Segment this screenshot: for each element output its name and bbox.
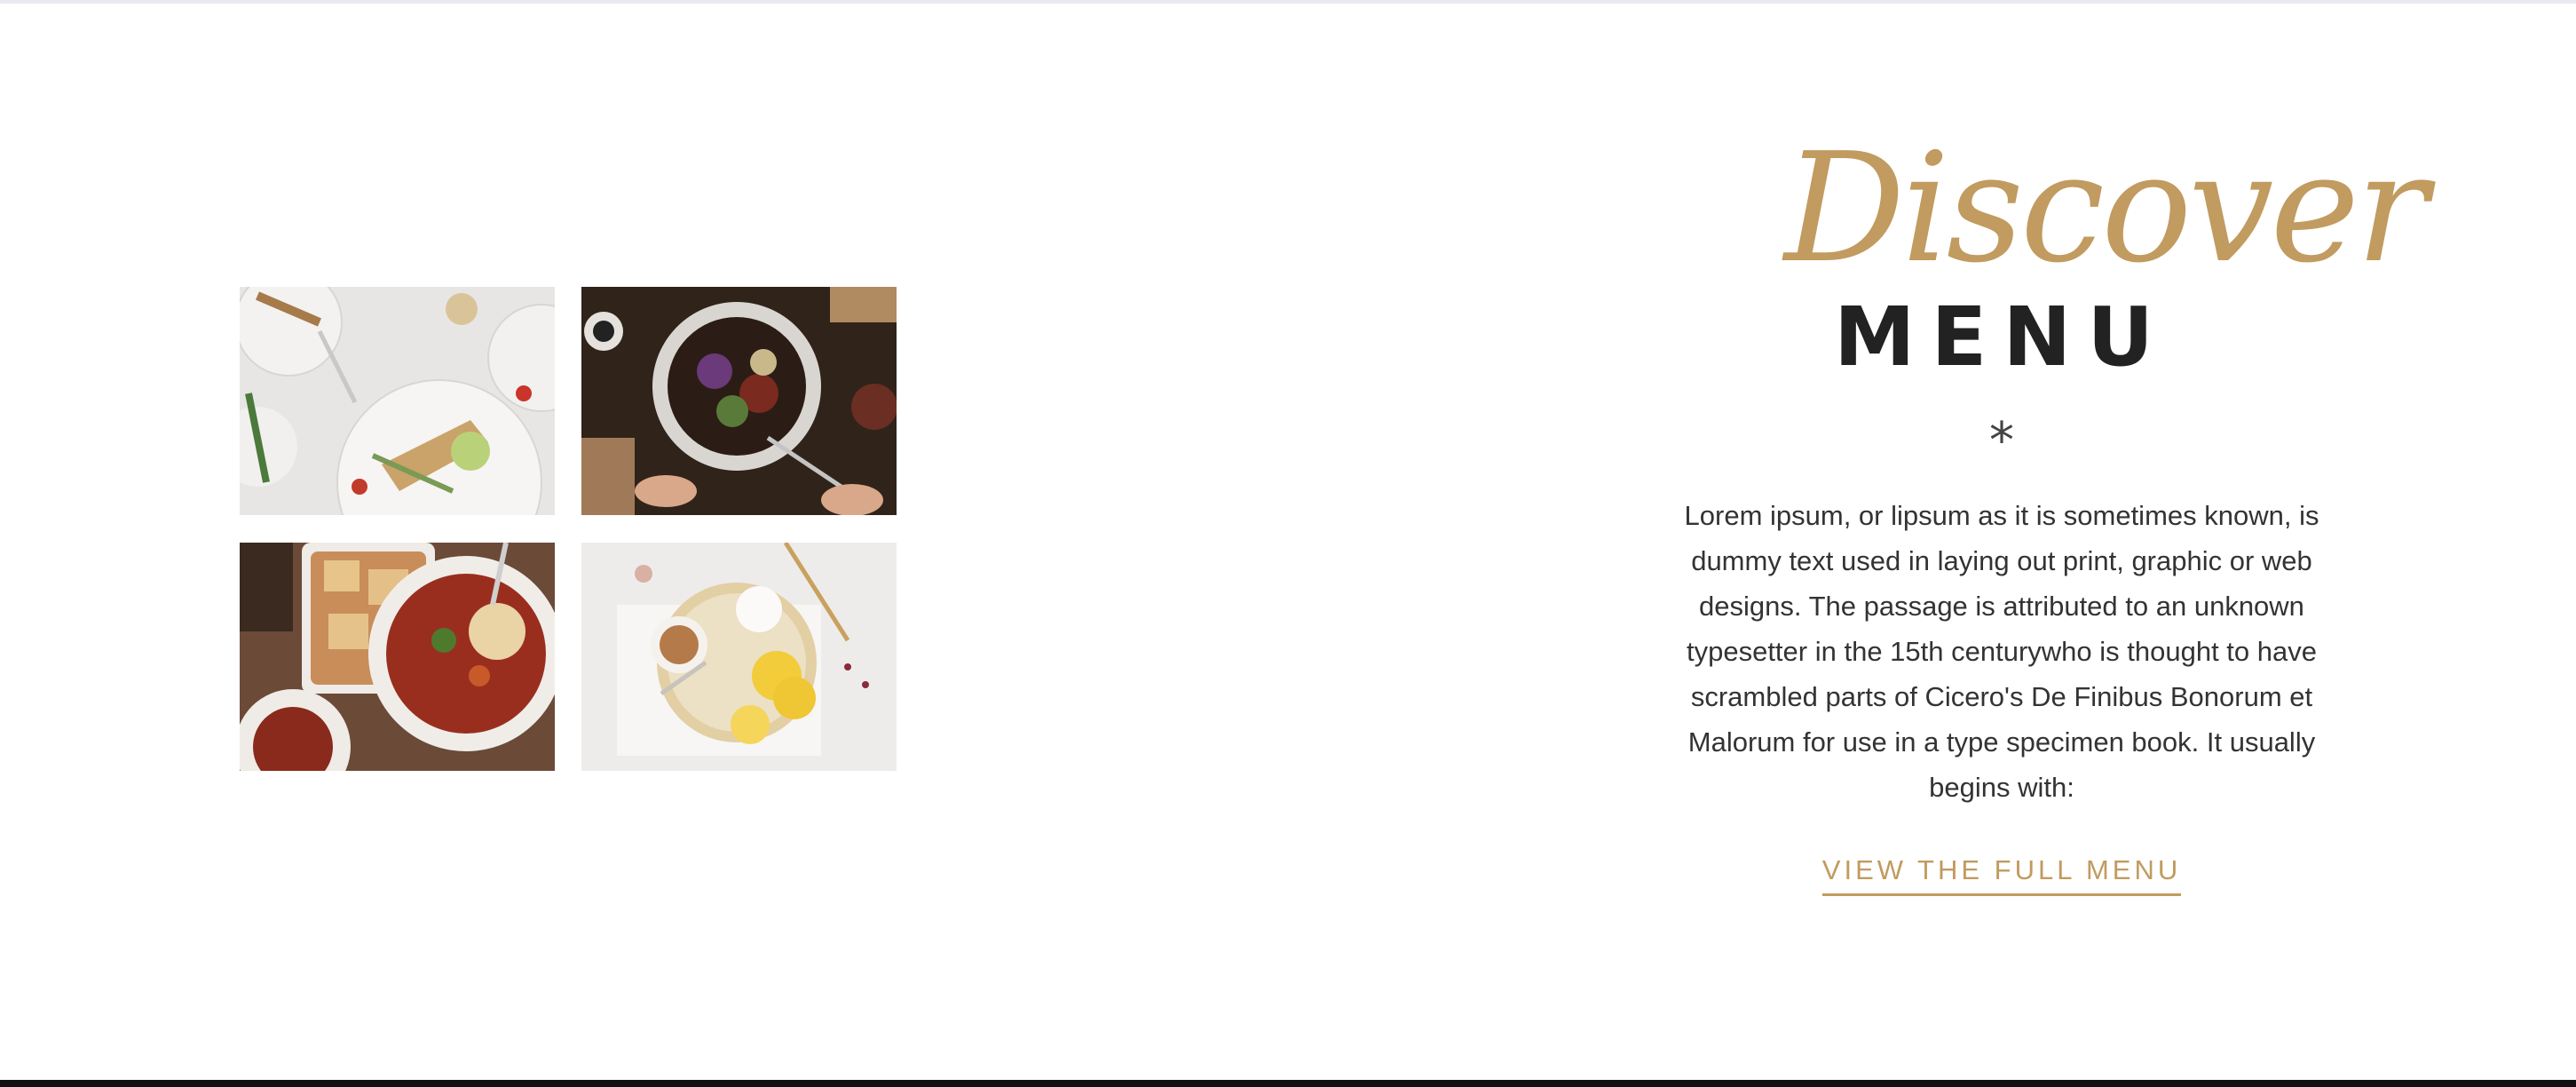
top-border [0, 0, 2576, 4]
page: Discover MENU * Lorem ipsum, or lipsum a… [0, 0, 2576, 1087]
gallery-image-bowl [581, 287, 897, 515]
next-section-edge [0, 1080, 2576, 1087]
script-title: Discover [1784, 121, 2428, 297]
cta-wrapper: VIEW THE FULL MENU [1669, 853, 2335, 896]
gallery-image-salad [240, 287, 555, 515]
section-description: Lorem ipsum, or lipsum as it is sometime… [1684, 500, 2319, 803]
section-heading: MENU [1833, 290, 2170, 385]
food-gallery [240, 287, 897, 771]
view-full-menu-link[interactable]: VIEW THE FULL MENU [1821, 853, 2182, 896]
gallery-image-lemons [581, 543, 897, 771]
asterisk-divider: * [1989, 412, 2014, 470]
gallery-image-stew [240, 543, 555, 771]
